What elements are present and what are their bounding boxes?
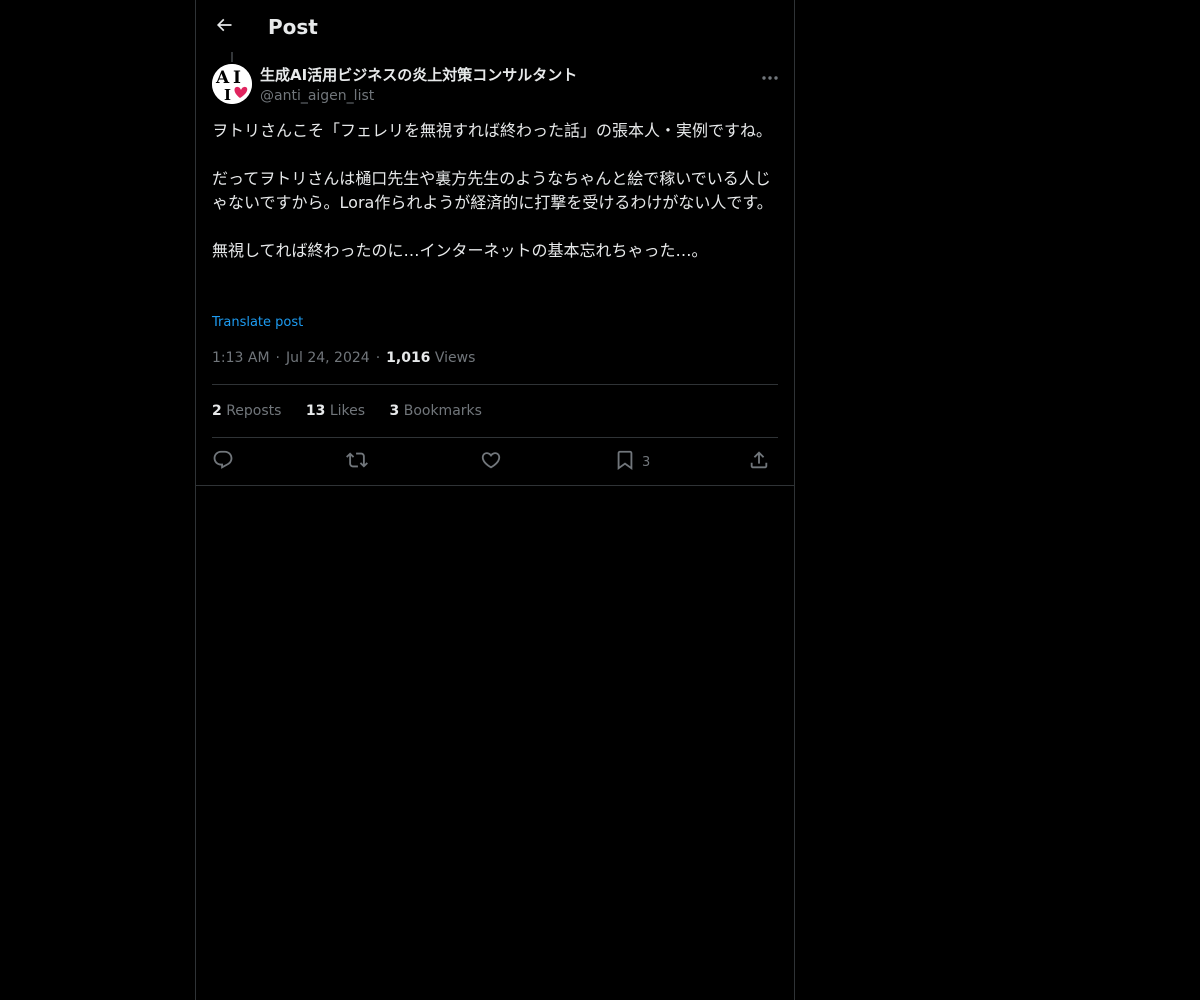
- likes-count: 13: [305, 403, 326, 419]
- reposts-stat[interactable]: 2 Reposts: [212, 401, 281, 421]
- repost-button[interactable]: [346, 448, 368, 476]
- bookmarks-count: 3: [389, 403, 400, 419]
- back-button[interactable]: [208, 11, 240, 43]
- bookmark-icon: [614, 449, 636, 475]
- post-body: ヲトリさんこそ「フェレリを無視すれば終わった話」の張本人・実例ですね。 だってヲ…: [212, 119, 778, 263]
- views-label: Views: [434, 350, 476, 366]
- views-count: 1,016: [386, 350, 431, 366]
- svg-text:I: I: [233, 68, 241, 88]
- author-handle[interactable]: @anti_aigen_list: [260, 86, 374, 106]
- like-button[interactable]: [480, 448, 502, 476]
- action-bar: 3: [212, 448, 778, 476]
- reply-icon: [212, 449, 234, 475]
- post-detail-column: Post A I I 生成AI活用ビジネスの炎上対策コンサルタント @anti_…: [195, 0, 795, 1000]
- translate-post-link[interactable]: Translate post: [212, 314, 303, 332]
- more-options-button[interactable]: [758, 64, 782, 86]
- share-button[interactable]: [748, 448, 770, 476]
- post-paragraph: だってヲトリさんは樋口先生や裏方先生のようなちゃんと絵で稼いでいる人じゃないです…: [212, 169, 773, 212]
- heart-icon: [480, 449, 502, 475]
- likes-stat[interactable]: 13 Likes: [306, 401, 365, 421]
- bookmark-count: 3: [642, 454, 651, 470]
- post-paragraph: ヲトリさんこそ「フェレリを無視すれば終わった話」の張本人・実例ですね。: [212, 121, 773, 140]
- divider: [212, 384, 778, 385]
- meta-separator: ·: [375, 350, 381, 366]
- bookmarks-stat[interactable]: 3 Bookmarks: [390, 401, 482, 421]
- reply-button[interactable]: [212, 448, 234, 476]
- repost-icon: [346, 449, 368, 475]
- engagement-stats: 2 Reposts 13 Likes 3 Bookmarks: [212, 401, 502, 421]
- svg-text:A: A: [215, 68, 230, 88]
- bookmark-button[interactable]: 3: [614, 448, 650, 476]
- likes-label: Likes: [329, 403, 366, 419]
- reposts-count: 2: [212, 403, 222, 419]
- post-date[interactable]: Jul 24, 2024: [286, 350, 370, 366]
- post-metadata: 1:13 AM · Jul 24, 2024 · 1,016 Views: [212, 348, 475, 368]
- share-icon: [748, 449, 770, 475]
- bookmarks-label: Bookmarks: [403, 403, 482, 419]
- post-bottom-border: [196, 485, 794, 486]
- thread-connector-line: [231, 52, 233, 62]
- post-time[interactable]: 1:13 AM: [212, 350, 270, 366]
- page-header: Post: [196, 0, 794, 54]
- page-title: Post: [268, 15, 318, 39]
- svg-text:I: I: [224, 86, 231, 104]
- reposts-label: Reposts: [226, 403, 282, 419]
- avatar[interactable]: A I I: [212, 64, 252, 104]
- arrow-left-icon: [214, 15, 234, 39]
- more-dots-icon: [761, 66, 779, 85]
- divider: [212, 437, 778, 438]
- meta-separator: ·: [275, 350, 280, 366]
- author-display-name[interactable]: 生成AI活用ビジネスの炎上対策コンサルタント: [260, 65, 577, 85]
- post-paragraph: 無視してれば終わったのに…インターネットの基本忘れちゃった…。: [212, 241, 708, 260]
